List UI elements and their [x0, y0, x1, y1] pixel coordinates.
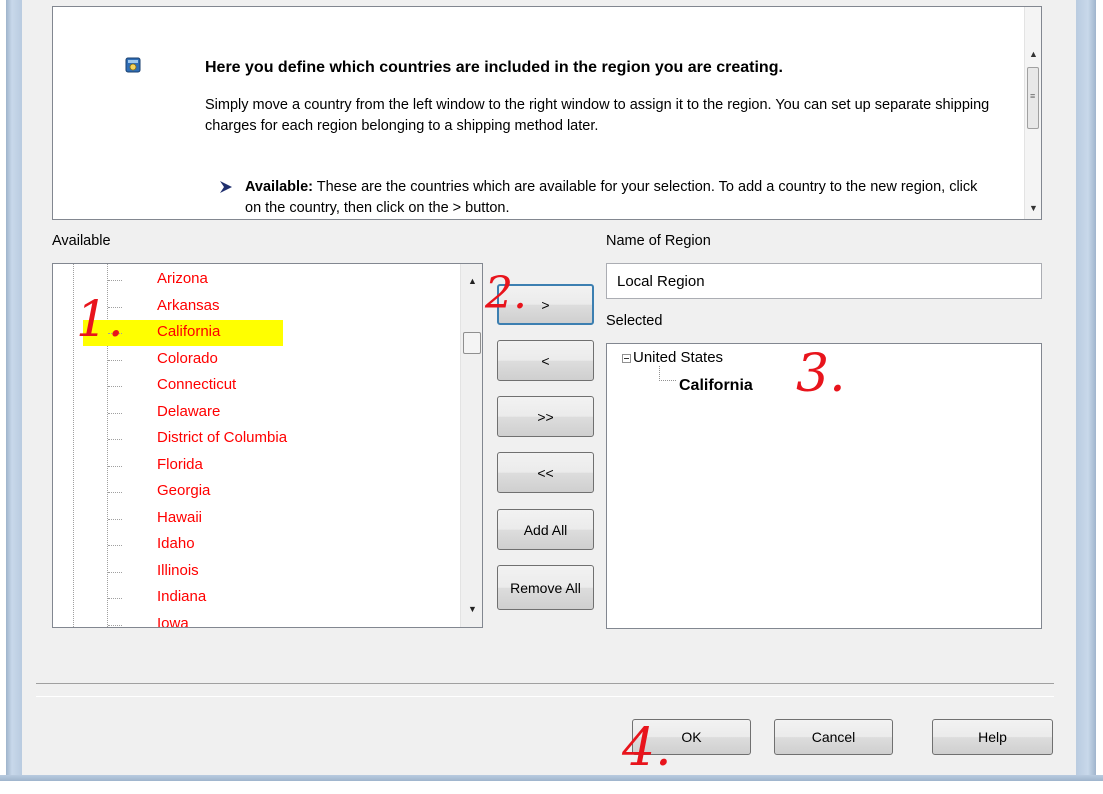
- selected-label: Selected: [606, 313, 663, 329]
- tree-connector: [108, 624, 122, 626]
- bullet-label: Available:: [245, 179, 313, 195]
- tree-item[interactable]: Indiana: [53, 585, 463, 611]
- tree-item[interactable]: Colorado: [53, 347, 463, 373]
- tree-item-label: Arkansas: [157, 296, 220, 314]
- tree-item-label: Connecticut: [157, 376, 237, 393]
- scroll-up-icon[interactable]: ▲: [468, 276, 477, 286]
- available-label: Available: [52, 233, 111, 249]
- tree-item-label: Arizona: [157, 270, 208, 287]
- tree-connector: [108, 571, 122, 573]
- grip-icon: ≡: [1030, 91, 1036, 101]
- tree-connector: [108, 518, 122, 520]
- bullet-text: These are the countries which are availa…: [245, 179, 978, 216]
- tree-connector: [108, 386, 122, 387]
- tree-connector: [108, 598, 122, 599]
- tree-item-label: Florida: [157, 455, 203, 473]
- tree-item-label: District of Columbia: [157, 429, 288, 446]
- scroll-up-icon[interactable]: ▲: [1029, 49, 1038, 59]
- tree-item[interactable]: Connecticut: [53, 373, 463, 399]
- tree-child-item[interactable]: California: [679, 377, 753, 395]
- window-frame-right: [1076, 0, 1103, 794]
- tree-connector: [108, 465, 122, 467]
- remove-all-arrows-button[interactable]: <<: [497, 452, 594, 493]
- collapse-icon[interactable]: [622, 354, 631, 363]
- tree-item-label: Idaho: [157, 535, 195, 552]
- annotation-step-2: 2.: [485, 268, 527, 319]
- scroll-down-icon[interactable]: ▼: [468, 604, 477, 614]
- scroll-thumb[interactable]: [463, 332, 481, 354]
- scroll-down-icon[interactable]: ▼: [1029, 203, 1038, 213]
- footer-separator-highlight: [36, 696, 1054, 697]
- tree-item-label: Georgia: [157, 482, 211, 499]
- remove-selected-button[interactable]: <: [497, 340, 594, 381]
- remove-all-button[interactable]: Remove All: [497, 565, 594, 610]
- add-all-arrows-button[interactable]: >>: [497, 396, 594, 437]
- info-title: Here you define which countries are incl…: [205, 59, 783, 76]
- wizard-info-icon: [125, 57, 141, 73]
- scroll-thumb[interactable]: ≡: [1027, 67, 1039, 129]
- tree-item[interactable]: Illinois: [53, 559, 463, 585]
- info-panel: Here you define which countries are incl…: [52, 6, 1042, 220]
- tree-connector: [108, 280, 122, 281]
- annotation-step-4: 4.: [622, 718, 672, 778]
- tree-item[interactable]: District of Columbia: [53, 426, 463, 452]
- help-button[interactable]: Help: [932, 719, 1053, 755]
- annotation-step-3: 3.: [796, 344, 846, 404]
- tree-root-item[interactable]: United States: [633, 349, 723, 366]
- tree-item-label: California: [157, 323, 221, 340]
- footer-separator: [36, 683, 1054, 684]
- tree-connector: [108, 492, 122, 493]
- tree-item-label: Iowa: [157, 614, 189, 628]
- cancel-button[interactable]: Cancel: [774, 719, 893, 755]
- tree-item-label: Illinois: [157, 561, 199, 579]
- region-name-input[interactable]: [606, 263, 1042, 299]
- tree-item-label: Delaware: [157, 402, 221, 420]
- tree-item-label: Indiana: [157, 588, 207, 605]
- bullet-arrow-icon: [220, 181, 232, 193]
- info-description: Simply move a country from the left wind…: [205, 97, 990, 134]
- tree-item[interactable]: Georgia: [53, 479, 463, 505]
- available-scrollbar[interactable]: ▲ ▼: [460, 264, 482, 627]
- tree-item-label: Hawaii: [157, 508, 203, 526]
- tree-item[interactable]: Idaho: [53, 532, 463, 558]
- tree-connector: [108, 412, 122, 414]
- tree-connector: [659, 366, 676, 381]
- window-frame-left: [0, 0, 22, 794]
- tree-item[interactable]: Delaware: [53, 400, 463, 426]
- info-bullet: Available: These are the countries which…: [220, 177, 985, 219]
- tree-item[interactable]: Iowa: [53, 612, 463, 628]
- annotation-step-1: 1.: [76, 290, 124, 348]
- window-frame-bottom: [0, 775, 1103, 794]
- tree-item-label: Colorado: [157, 349, 218, 367]
- info-scrollbar[interactable]: ▲ ≡ ▼: [1024, 7, 1041, 219]
- tree-connector: [108, 359, 122, 361]
- tree-connector: [108, 439, 122, 440]
- tree-connector: [108, 545, 122, 546]
- tree-item[interactable]: Florida: [53, 453, 463, 479]
- tree-item[interactable]: Hawaii: [53, 506, 463, 532]
- region-name-label: Name of Region: [606, 233, 711, 249]
- add-all-button[interactable]: Add All: [497, 509, 594, 550]
